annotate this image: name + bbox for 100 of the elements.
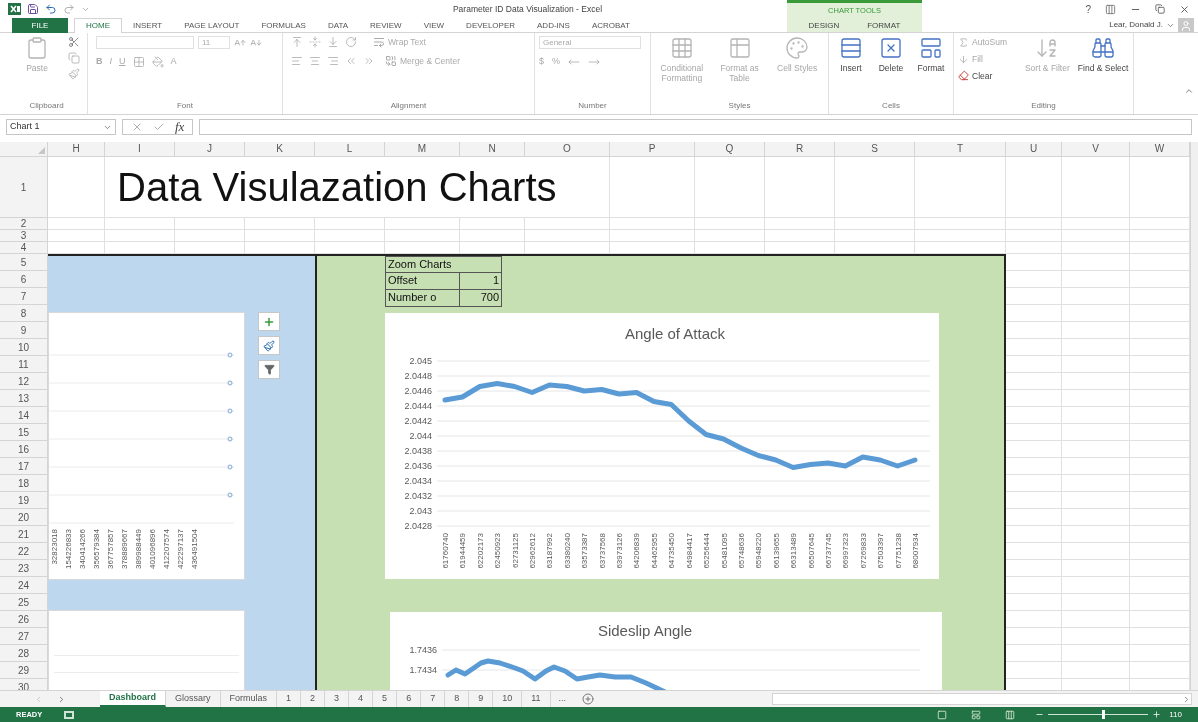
ribbon-tab[interactable]: INSERT: [122, 18, 174, 33]
grid-cell[interactable]: [1006, 390, 1062, 407]
grid-cell[interactable]: [1006, 577, 1062, 594]
grid-cell[interactable]: [1006, 441, 1062, 458]
grid-cell[interactable]: [245, 218, 315, 230]
grid-cell[interactable]: [1062, 288, 1130, 305]
bottom-align-icon[interactable]: [327, 36, 339, 49]
ribbon-tab[interactable]: HOME: [74, 18, 122, 33]
grid-cell[interactable]: [48, 218, 105, 230]
macro-record-icon[interactable]: [64, 710, 75, 719]
grid-cell[interactable]: [460, 230, 525, 242]
grid-cell[interactable]: [1062, 230, 1130, 242]
grid-cell[interactable]: [1006, 458, 1062, 475]
grid-cell[interactable]: [1062, 475, 1130, 492]
grid-cell[interactable]: [460, 218, 525, 230]
grid-cell[interactable]: [245, 230, 315, 242]
grid-cell[interactable]: [1062, 157, 1130, 218]
undo-icon[interactable]: [45, 3, 57, 15]
grid-cell[interactable]: [1062, 594, 1130, 611]
grid-cell[interactable]: [1062, 458, 1130, 475]
grid-cell[interactable]: [1062, 322, 1130, 339]
grid-cell[interactable]: [915, 230, 1006, 242]
ribbon-display-icon[interactable]: [1105, 3, 1116, 15]
grid-cell[interactable]: Data Visulazation Charts: [105, 157, 610, 218]
grid-cell[interactable]: [835, 230, 915, 242]
editing-button[interactable]: Find & Select: [1077, 36, 1129, 73]
align-left-icon[interactable]: [291, 55, 303, 68]
grid-cell[interactable]: [1062, 492, 1130, 509]
help-button[interactable]: ?: [1085, 1, 1091, 17]
top-align-icon[interactable]: [291, 36, 303, 49]
grid-cell[interactable]: [1006, 305, 1062, 322]
ribbon-tab[interactable]: DEVELOPER: [455, 18, 526, 33]
grid-cell[interactable]: [1006, 407, 1062, 424]
grid-cell[interactable]: [1062, 218, 1130, 230]
column-header[interactable]: V: [1062, 142, 1130, 157]
grid-cell[interactable]: [1006, 157, 1062, 218]
grid-cell[interactable]: [765, 218, 835, 230]
chart-styles-button[interactable]: [258, 336, 280, 355]
grid-cell[interactable]: [1006, 424, 1062, 441]
grid-cell[interactable]: [1062, 662, 1130, 679]
ribbon-tab[interactable]: FORMULAS: [250, 18, 317, 33]
column-header[interactable]: T: [915, 142, 1006, 157]
grow-font-icon[interactable]: [234, 36, 246, 49]
grid-cell[interactable]: [1006, 492, 1062, 509]
grid-cell[interactable]: [1062, 560, 1130, 577]
grid-cell[interactable]: [1062, 441, 1130, 458]
grid-cell[interactable]: [315, 230, 385, 242]
grid-cell[interactable]: [1062, 577, 1130, 594]
grid-cell[interactable]: [1062, 271, 1130, 288]
grid-cell[interactable]: [695, 218, 765, 230]
grid-cell[interactable]: [1006, 373, 1062, 390]
grid-cell[interactable]: [1062, 628, 1130, 645]
column-header[interactable]: J: [175, 142, 245, 157]
ribbon-tab[interactable]: VIEW: [412, 18, 456, 33]
grid-cell[interactable]: [1062, 254, 1130, 271]
column-header[interactable]: L: [315, 142, 385, 157]
column-header[interactable]: Q: [695, 142, 765, 157]
enter-icon[interactable]: [153, 121, 165, 133]
column-header[interactable]: P: [610, 142, 695, 157]
grid-cell[interactable]: [385, 218, 460, 230]
column-header[interactable]: M: [385, 142, 460, 157]
ribbon-tab[interactable]: DATA: [316, 18, 360, 33]
column-header[interactable]: U: [1006, 142, 1062, 157]
add-sheet-icon[interactable]: [582, 693, 595, 705]
column-header[interactable]: H: [48, 142, 105, 157]
grid-cell[interactable]: [1006, 242, 1062, 254]
ribbon-tab[interactable]: REVIEW: [359, 18, 413, 33]
grid-cell[interactable]: [1062, 611, 1130, 628]
normal-view-icon[interactable]: [937, 709, 948, 720]
column-header[interactable]: W: [1130, 142, 1190, 157]
page-layout-view-icon[interactable]: [971, 709, 982, 720]
zoom-in-icon[interactable]: [1152, 710, 1162, 719]
format-painter-icon[interactable]: [68, 68, 80, 80]
grid-cell[interactable]: [1006, 475, 1062, 492]
ribbon-tab[interactable]: FORMAT: [853, 18, 915, 33]
collapse-ribbon-icon[interactable]: [1184, 86, 1194, 96]
grid-cell[interactable]: [1006, 218, 1062, 230]
grid-cell[interactable]: [1062, 356, 1130, 373]
save-icon[interactable]: [27, 3, 39, 15]
shrink-font-icon[interactable]: [250, 36, 262, 49]
scroll-right-icon[interactable]: [1182, 694, 1191, 704]
select-all-icon[interactable]: [38, 147, 45, 154]
user-name[interactable]: Lear, Donald J.: [1109, 19, 1163, 31]
grid-cell[interactable]: [175, 230, 245, 242]
cells-button[interactable]: Delete: [873, 36, 909, 73]
grid-cell[interactable]: [1062, 509, 1130, 526]
ribbon-tab[interactable]: FILE: [12, 18, 68, 33]
grid-cell[interactable]: [525, 230, 610, 242]
grid-cell[interactable]: [1062, 242, 1130, 254]
grid-cell[interactable]: [175, 218, 245, 230]
column-header[interactable]: O: [525, 142, 610, 157]
grid-cell[interactable]: [1062, 390, 1130, 407]
grid-cell[interactable]: [105, 230, 175, 242]
grid-cell[interactable]: [385, 230, 460, 242]
align-right-icon[interactable]: [327, 55, 339, 68]
grid-cell[interactable]: [105, 218, 175, 230]
formula-input[interactable]: [199, 119, 1192, 135]
more-sheets-button[interactable]: ...: [550, 691, 575, 707]
column-header[interactable]: I: [105, 142, 175, 157]
cells-button[interactable]: Format: [913, 36, 949, 73]
